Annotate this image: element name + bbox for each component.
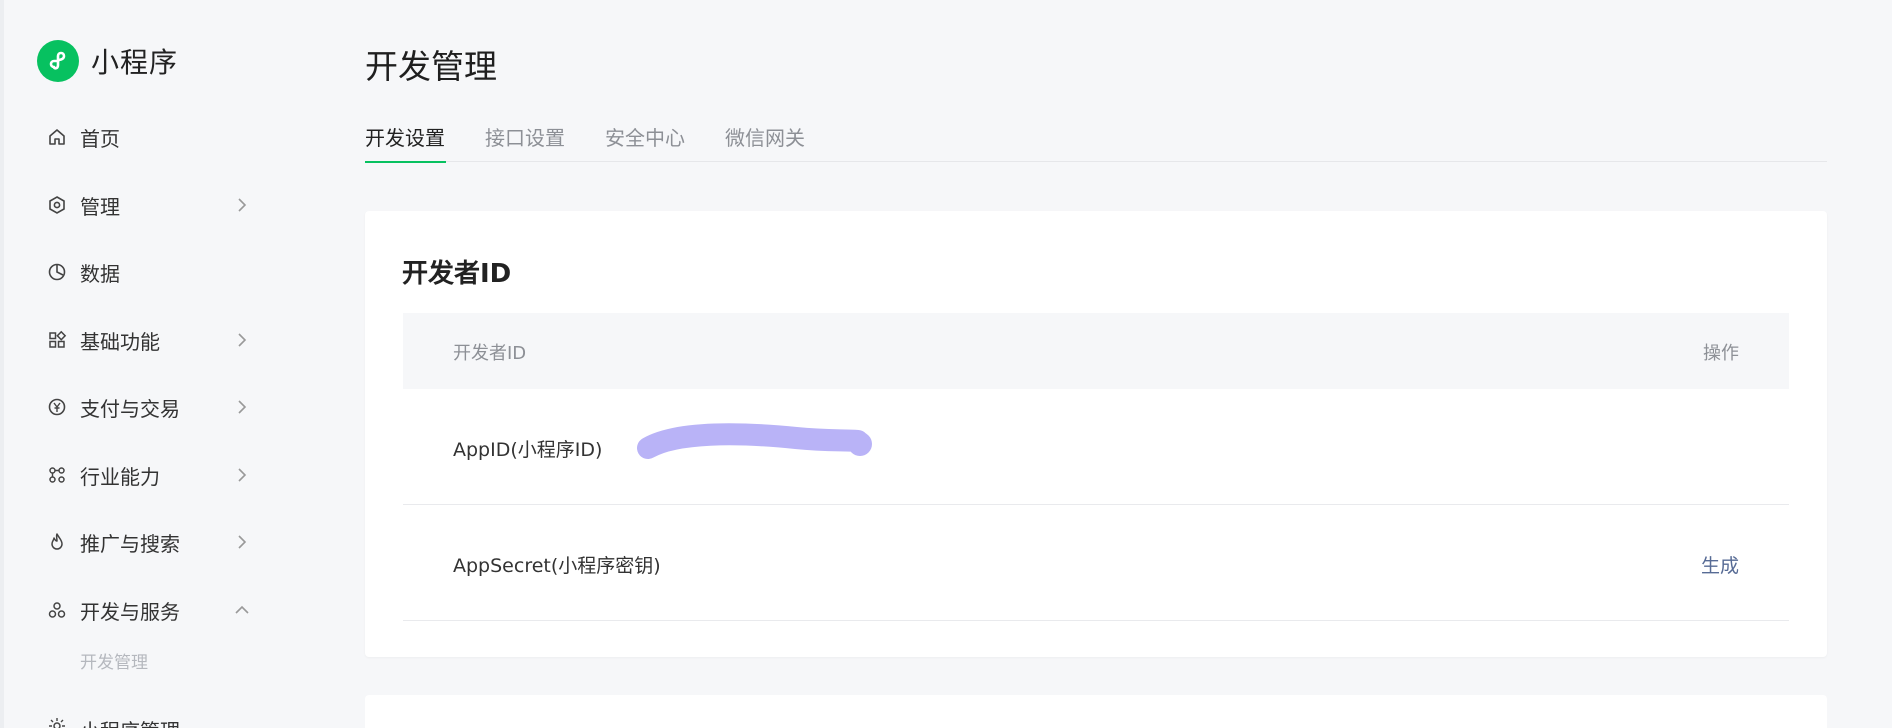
sidebar-item-label: 基础功能 bbox=[80, 329, 160, 354]
chevron-right-icon bbox=[232, 465, 252, 485]
table-row: AppSecret(小程序密钥) 生成 bbox=[403, 505, 1789, 621]
sidebar-item-partial[interactable]: 小程序管理 bbox=[46, 715, 256, 728]
hexagon-icon bbox=[46, 194, 68, 216]
tab-label: 安全中心 bbox=[605, 126, 685, 150]
sidebar-item-label: 数据 bbox=[80, 261, 120, 286]
sun-icon bbox=[46, 715, 68, 728]
home-icon bbox=[46, 126, 68, 148]
sidebar-item-label: 推广与搜索 bbox=[80, 531, 180, 556]
tab-label: 微信网关 bbox=[725, 126, 805, 150]
miniprogram-logo-icon bbox=[37, 40, 79, 82]
developer-id-table: 开发者ID 操作 AppID(小程序ID) AppSecret(小程序密钥) 生… bbox=[403, 313, 1789, 621]
table-header: 开发者ID 操作 bbox=[403, 313, 1789, 389]
generate-secret-link[interactable]: 生成 bbox=[1701, 551, 1739, 578]
chevron-right-icon bbox=[232, 195, 252, 215]
tab-api-settings[interactable]: 接口设置 bbox=[485, 122, 565, 162]
flame-icon bbox=[46, 531, 68, 553]
sidebar-item-label: 开发与服务 bbox=[80, 599, 180, 624]
tab-label: 接口设置 bbox=[485, 126, 565, 150]
tab-security-center[interactable]: 安全中心 bbox=[605, 122, 685, 162]
sidebar-item-label: 支付与交易 bbox=[80, 396, 180, 421]
sidebar-item-label: 行业能力 bbox=[80, 464, 160, 489]
sidebar-item-dev-services[interactable]: 开发与服务 bbox=[46, 590, 256, 630]
sidebar-item-promotion[interactable]: 推广与搜索 bbox=[46, 522, 256, 562]
sidebar: 小程序 首页 管理 数据 基础功能 支付与交易 行业能力 推广与搜索 开发与服务… bbox=[0, 0, 300, 728]
chevron-up-icon bbox=[232, 600, 252, 620]
tab-bar: 开发设置 接口设置 安全中心 微信网关 bbox=[365, 118, 1827, 163]
card-title: 开发者ID bbox=[402, 259, 512, 289]
brand-name: 小程序 bbox=[91, 46, 179, 79]
chevron-right-icon bbox=[232, 532, 252, 552]
developer-id-card: 开发者ID 开发者ID 操作 AppID(小程序ID) AppSecret(小程… bbox=[365, 211, 1827, 657]
cluster-icon bbox=[46, 599, 68, 621]
column-header-action: 操作 bbox=[1703, 343, 1739, 364]
chevron-right-icon bbox=[232, 397, 252, 417]
tab-dev-settings[interactable]: 开发设置 bbox=[365, 122, 446, 163]
sidebar-item-label: 首页 bbox=[80, 126, 120, 151]
page-title: 开发管理 bbox=[365, 47, 497, 86]
sidebar-item-basic-features[interactable]: 基础功能 bbox=[46, 320, 256, 360]
tab-wechat-gateway[interactable]: 微信网关 bbox=[725, 122, 805, 162]
pie-chart-icon bbox=[46, 261, 68, 283]
tab-active-underline bbox=[365, 161, 446, 163]
industry-icon bbox=[46, 464, 68, 486]
sidebar-subitem-dev-management[interactable]: 开发管理 bbox=[80, 648, 148, 673]
sidebar-item-industry[interactable]: 行业能力 bbox=[46, 455, 256, 495]
column-header-name: 开发者ID bbox=[453, 343, 527, 364]
sidebar-item-label: 管理 bbox=[80, 194, 120, 219]
tab-label: 开发设置 bbox=[365, 126, 445, 150]
sidebar-item-label: 小程序管理 bbox=[80, 715, 180, 728]
brand[interactable]: 小程序 bbox=[37, 40, 178, 82]
chevron-right-icon bbox=[232, 330, 252, 350]
yen-icon bbox=[46, 396, 68, 418]
next-card bbox=[365, 695, 1827, 728]
appid-label: AppID(小程序ID) bbox=[453, 439, 603, 461]
redaction-scribble bbox=[636, 422, 886, 472]
sidebar-item-home[interactable]: 首页 bbox=[46, 117, 256, 157]
appsecret-label: AppSecret(小程序密钥) bbox=[453, 555, 661, 577]
sidebar-item-data[interactable]: 数据 bbox=[46, 252, 256, 292]
table-row: AppID(小程序ID) bbox=[403, 389, 1789, 505]
sidebar-edge bbox=[0, 0, 4, 728]
sidebar-item-payment[interactable]: 支付与交易 bbox=[46, 387, 256, 427]
sidebar-item-manage[interactable]: 管理 bbox=[46, 185, 256, 225]
grid-icon bbox=[46, 329, 68, 351]
